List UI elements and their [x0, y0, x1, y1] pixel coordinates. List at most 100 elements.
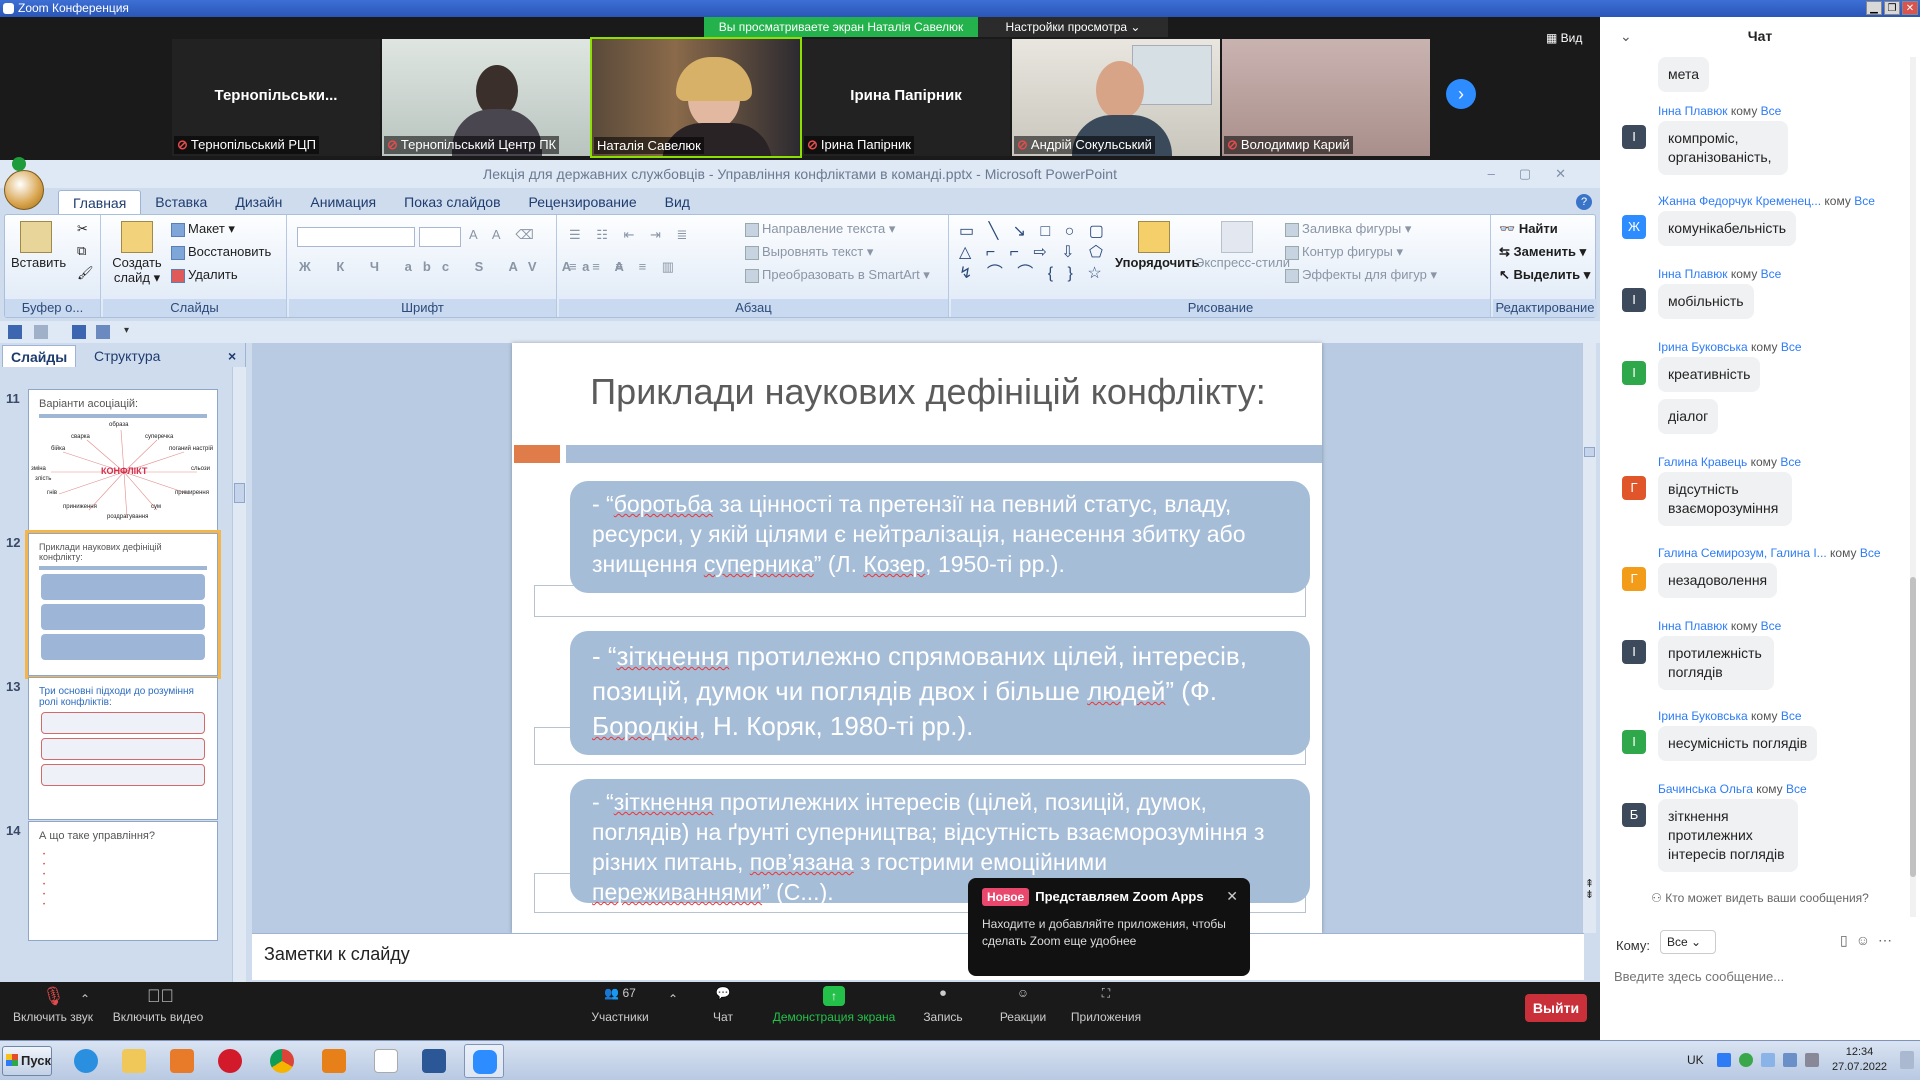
tray-volume-icon[interactable]: [1805, 1053, 1819, 1067]
delete-slide-button[interactable]: Удалить: [171, 267, 238, 283]
tab-review[interactable]: Рецензирование: [515, 190, 651, 214]
reset-button[interactable]: Восстановить: [171, 244, 271, 260]
redo-icon[interactable]: [72, 325, 86, 339]
align-text-button[interactable]: Выровнять текст ▾: [745, 244, 873, 260]
list-icons[interactable]: ☰ ☷ ⇤ ⇥ ≣: [569, 227, 693, 243]
slide-thumbnail-12-selected[interactable]: Приклади наукових дефініцій конфлікту:: [25, 530, 221, 679]
select-button[interactable]: ↖ Выделить ▾: [1499, 267, 1590, 283]
show-desktop-button[interactable]: [1900, 1051, 1914, 1069]
chat-scrollbar[interactable]: [1910, 57, 1916, 917]
find-button[interactable]: 👓 Найти: [1499, 221, 1558, 237]
format-painter-icon[interactable]: 🖌: [77, 265, 94, 281]
cut-icon[interactable]: ✂: [77, 221, 88, 237]
tab-insert[interactable]: Вставка: [141, 190, 221, 214]
participant-tile[interactable]: ⊘ Андрій Сокульський: [1012, 39, 1220, 156]
close-popup-icon[interactable]: ✕: [1226, 888, 1238, 905]
ppt-window-controls[interactable]: –▢✕: [1488, 166, 1590, 182]
replace-button[interactable]: ⇆ Заменить ▾: [1499, 244, 1586, 260]
paste-button[interactable]: Вставить: [11, 221, 66, 270]
taskbar-document[interactable]: [366, 1044, 406, 1078]
font-size-combo[interactable]: [419, 227, 461, 247]
slide-thumbnail-13[interactable]: Три основні підходи до розуміння ролі ко…: [28, 677, 218, 820]
current-slide[interactable]: Приклади наукових дефініцій конфлікту: -…: [512, 343, 1322, 933]
next-page-arrow-icon[interactable]: ›: [1446, 79, 1476, 109]
help-icon[interactable]: ?: [1576, 194, 1592, 210]
shape-effects-button[interactable]: Эффекты для фигур ▾: [1285, 267, 1437, 283]
spelling-icon[interactable]: [96, 325, 110, 339]
align-icons[interactable]: ≡ ≡ ≡ ≡ ▥: [569, 259, 680, 275]
customize-qat-icon[interactable]: ▾: [124, 325, 138, 339]
quick-styles-button[interactable]: Экспресс-стили: [1195, 221, 1290, 270]
tab-animation[interactable]: Анимация: [296, 190, 390, 214]
prev-next-slide-icons[interactable]: ⇞ ⇟: [1583, 879, 1596, 901]
leave-meeting-button[interactable]: Выйти: [1525, 994, 1587, 1022]
slide-notes[interactable]: Заметки к слайду: [252, 933, 1584, 980]
tab-slideshow[interactable]: Показ слайдов: [390, 190, 514, 214]
view-settings-dropdown[interactable]: Настройки просмотра ⌄: [978, 17, 1168, 37]
participant-tile[interactable]: ⊘ Тернопільський Центр ПК: [382, 39, 590, 156]
definition-1[interactable]: - “боротьба за цінності та претензії на …: [570, 481, 1310, 593]
recipient-dropdown[interactable]: Все ⌄: [1660, 930, 1716, 954]
save-icon[interactable]: [8, 325, 22, 339]
tray-battery-icon[interactable]: [1783, 1053, 1797, 1067]
undo-icon[interactable]: [34, 325, 48, 339]
chat-message-input[interactable]: [1614, 961, 1904, 991]
start-button[interactable]: Пуск: [2, 1046, 52, 1076]
shape-fill-button[interactable]: Заливка фигуры ▾: [1285, 221, 1411, 237]
font-name-combo[interactable]: [297, 227, 415, 247]
participants-chevron-icon[interactable]: ⌃: [668, 992, 678, 1006]
taskbar-word[interactable]: [414, 1044, 454, 1078]
shapes-gallery[interactable]: ▭ ╲ ↘ □ ○ ▢ △ ⌐ ⌐ ⇨ ⇩ ⬠ ↯ ⌒ ⌒ { } ☆: [959, 221, 1109, 284]
view-button[interactable]: ▦ Вид: [1546, 31, 1582, 45]
tray-display-icon[interactable]: [1761, 1053, 1775, 1067]
taskbar-chrome[interactable]: [262, 1044, 302, 1078]
participant-tile[interactable]: Ірина Папірник ⊘ Ірина Папірник: [802, 39, 1010, 156]
share-screen-button[interactable]: ↑ Демонстрация экрана: [772, 986, 896, 1024]
minimize-button[interactable]: ▁: [1866, 1, 1882, 15]
apps-button[interactable]: ⛶ Приложения: [1068, 986, 1144, 1024]
start-video-button[interactable]: ▶⃠ Включить видео: [110, 986, 206, 1024]
text-direction-button[interactable]: Направление текста ▾: [745, 221, 895, 237]
scrollbar-thumb[interactable]: [234, 483, 245, 503]
taskbar-explorer[interactable]: [114, 1044, 154, 1078]
tab-outline[interactable]: Структура: [86, 345, 168, 367]
taskbar-app[interactable]: [314, 1044, 354, 1078]
participant-tile-active-speaker[interactable]: Наталія Савелюк: [590, 37, 802, 158]
copy-icon[interactable]: ⧉: [77, 243, 86, 259]
new-slide-button[interactable]: Создать слайд ▾: [111, 221, 163, 285]
language-indicator[interactable]: UK: [1687, 1053, 1704, 1067]
record-button[interactable]: ⏺ Запись: [920, 986, 966, 1024]
slide-thumbnail-14[interactable]: А що таке управління? • • • • • •: [28, 821, 218, 941]
office-button-icon[interactable]: [4, 170, 44, 210]
slides-panel-scrollbar[interactable]: [232, 367, 246, 982]
taskbar-media-player[interactable]: [162, 1044, 202, 1078]
convert-smartart-button[interactable]: Преобразовать в SmartArt ▾: [745, 267, 930, 283]
tab-home[interactable]: Главная: [58, 190, 142, 214]
tray-network-icon[interactable]: [1717, 1053, 1731, 1067]
audio-options-chevron-icon[interactable]: ⌃: [80, 992, 90, 1006]
participant-tile[interactable]: ⊘ Володимир Карий: [1222, 39, 1430, 156]
scrollbar-thumb[interactable]: [1910, 577, 1916, 877]
slide-thumbnail-11[interactable]: Варіанти асоціацій: КОНФЛІКТ образа свар…: [28, 389, 218, 532]
close-panel-icon[interactable]: ×: [220, 345, 244, 367]
collapse-chevron-icon[interactable]: ⌄: [1620, 17, 1632, 55]
who-can-see-link[interactable]: ⚇ Кто может видеть ваши сообщения?: [1600, 891, 1920, 905]
tab-view[interactable]: Вид: [651, 190, 704, 214]
close-button[interactable]: ✕: [1902, 1, 1918, 15]
chat-tools[interactable]: ▯☺⋯: [1840, 932, 1900, 949]
tab-slides[interactable]: Слайды: [2, 345, 77, 367]
slide-scrollbar[interactable]: ⇞ ⇟: [1582, 343, 1596, 933]
arrange-button[interactable]: Упорядочить: [1115, 221, 1200, 270]
scrollbar-thumb[interactable]: [1584, 447, 1595, 457]
shape-outline-button[interactable]: Контур фигуры ▾: [1285, 244, 1403, 260]
font-grow-shrink-icons[interactable]: A A ⌫: [469, 227, 540, 243]
participants-button[interactable]: 👥 67 Участники: [590, 986, 650, 1024]
participant-tile[interactable]: Тернопільськи... ⊘ Тернопільський РЦП: [172, 39, 380, 156]
tab-design[interactable]: Дизайн: [221, 190, 296, 214]
taskbar-zoom[interactable]: [464, 1044, 504, 1078]
reactions-button[interactable]: ☺ Реакции: [996, 986, 1050, 1024]
chat-button[interactable]: 💬 Чат: [708, 986, 738, 1024]
layout-button[interactable]: Макет ▾: [171, 221, 235, 237]
tray-app-icon[interactable]: [1739, 1053, 1753, 1067]
maximize-button[interactable]: ❐: [1884, 1, 1900, 15]
